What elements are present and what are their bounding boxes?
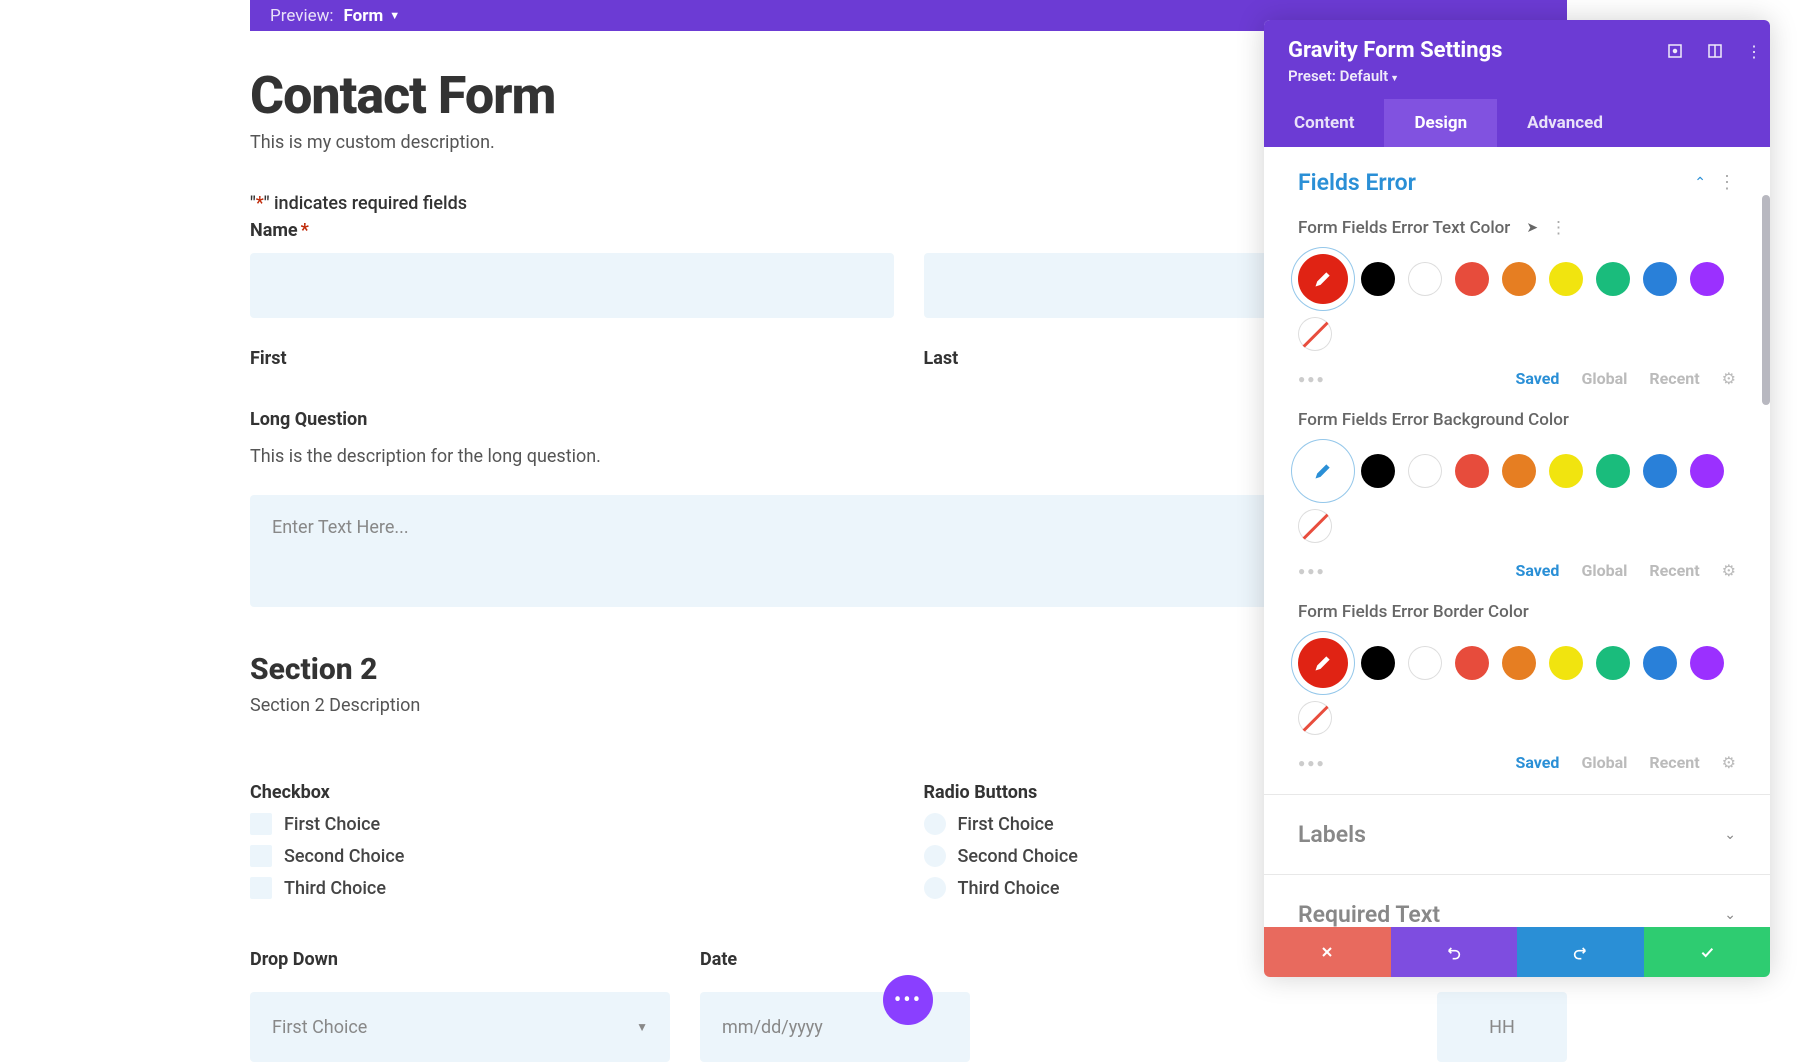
panel-footer [1264, 927, 1770, 977]
preview-value[interactable]: Form [344, 6, 384, 26]
checkbox-item[interactable]: Third Choice [250, 877, 894, 899]
color-section-text: Form Fields Error Text Color ➤ ⋮ ●●● [1264, 218, 1770, 410]
swatch-green[interactable] [1596, 454, 1630, 488]
swatch-none[interactable] [1298, 701, 1332, 735]
more-icon[interactable]: ⋮ [1550, 218, 1567, 238]
checkbox-item[interactable]: Second Choice [250, 845, 894, 867]
gear-icon[interactable]: ⚙ [1722, 369, 1736, 388]
swatch-white[interactable] [1408, 454, 1442, 488]
color-label: Form Fields Error Text Color [1298, 218, 1510, 238]
chevron-up-icon: ⌃ [1694, 175, 1706, 191]
swatch-white[interactable] [1408, 646, 1442, 680]
tab-content[interactable]: Content [1264, 99, 1384, 147]
tab-recent[interactable]: Recent [1649, 369, 1699, 388]
accordion-required-text[interactable]: Required Text ⌄ [1264, 874, 1770, 927]
swatch-yellow[interactable] [1549, 262, 1583, 296]
color-picker-button[interactable] [1298, 254, 1348, 304]
swatch-yellow[interactable] [1549, 454, 1583, 488]
swatch-black[interactable] [1361, 454, 1395, 488]
swatch-red[interactable] [1455, 454, 1489, 488]
more-icon[interactable]: ⋮ [1718, 172, 1736, 193]
drag-handle-icon[interactable]: ●●● [1298, 372, 1326, 386]
color-section-border: Form Fields Error Border Color ●●● Sa [1264, 602, 1770, 794]
swatch-blue[interactable] [1643, 262, 1677, 296]
accordion-labels[interactable]: Labels ⌄ [1264, 794, 1770, 874]
swatch-black[interactable] [1361, 646, 1395, 680]
swatch-orange[interactable] [1502, 262, 1536, 296]
first-name-input[interactable] [250, 253, 894, 318]
swatch-none[interactable] [1298, 317, 1332, 351]
more-actions-button[interactable]: ••• [883, 975, 933, 1025]
checkbox-label: Checkbox [250, 782, 894, 803]
chevron-down-icon: ▼ [636, 1020, 648, 1034]
swatch-blue[interactable] [1643, 454, 1677, 488]
tab-saved[interactable]: Saved [1515, 369, 1559, 388]
cursor-icon[interactable]: ➤ [1526, 220, 1538, 236]
swatch-purple[interactable] [1690, 454, 1724, 488]
radio-icon[interactable] [924, 813, 946, 835]
tab-global[interactable]: Global [1581, 369, 1627, 388]
chevron-down-icon: ⌄ [1724, 907, 1736, 923]
save-button[interactable] [1644, 927, 1771, 977]
expand-icon[interactable] [1666, 42, 1684, 60]
gear-icon[interactable]: ⚙ [1722, 561, 1736, 580]
dropdown-label: Drop Down [250, 949, 670, 970]
color-label: Form Fields Error Border Color [1298, 602, 1529, 622]
drag-handle-icon[interactable]: ●●● [1298, 564, 1326, 578]
preset-dropdown[interactable]: Preset: Default▼ [1288, 67, 1746, 85]
first-sublabel: First [250, 348, 894, 369]
swatch-yellow[interactable] [1549, 646, 1583, 680]
accordion-fields-error[interactable]: Fields Error ⌃ ⋮ [1264, 147, 1770, 218]
layout-icon[interactable] [1706, 42, 1724, 60]
tab-saved[interactable]: Saved [1515, 753, 1559, 772]
settings-panel: Gravity Form Settings Preset: Default▼ ⋮… [1264, 20, 1770, 977]
radio-icon[interactable] [924, 877, 946, 899]
swatch-red[interactable] [1455, 262, 1489, 296]
time-input[interactable]: HH [1437, 992, 1567, 1062]
settings-tabs: Content Design Advanced [1264, 99, 1770, 147]
cancel-button[interactable] [1264, 927, 1391, 977]
checkbox-icon[interactable] [250, 877, 272, 899]
swatch-purple[interactable] [1690, 646, 1724, 680]
gear-icon[interactable]: ⚙ [1722, 753, 1736, 772]
tab-global[interactable]: Global [1581, 561, 1627, 580]
scrollbar[interactable] [1762, 195, 1770, 405]
panel-body: Fields Error ⌃ ⋮ Form Fields Error Text … [1264, 147, 1770, 927]
dropdown-select[interactable]: First Choice ▼ [250, 992, 670, 1062]
swatch-orange[interactable] [1502, 646, 1536, 680]
tab-design[interactable]: Design [1384, 99, 1497, 147]
swatch-purple[interactable] [1690, 262, 1724, 296]
tab-global[interactable]: Global [1581, 753, 1627, 772]
swatch-orange[interactable] [1502, 454, 1536, 488]
checkbox-icon[interactable] [250, 813, 272, 835]
checkbox-icon[interactable] [250, 845, 272, 867]
drag-handle-icon[interactable]: ●●● [1298, 756, 1326, 770]
color-section-background: Form Fields Error Background Color ●●● [1264, 410, 1770, 602]
panel-header: Gravity Form Settings Preset: Default▼ ⋮ [1264, 20, 1770, 99]
redo-button[interactable] [1517, 927, 1644, 977]
color-picker-button[interactable] [1298, 446, 1348, 496]
color-label: Form Fields Error Background Color [1298, 410, 1569, 430]
swatch-red[interactable] [1455, 646, 1489, 680]
preview-label: Preview: [270, 6, 334, 26]
swatch-green[interactable] [1596, 262, 1630, 296]
checkbox-item[interactable]: First Choice [250, 813, 894, 835]
swatch-blue[interactable] [1643, 646, 1677, 680]
tab-saved[interactable]: Saved [1515, 561, 1559, 580]
undo-button[interactable] [1391, 927, 1518, 977]
date-label: Date [700, 949, 970, 970]
swatch-black[interactable] [1361, 262, 1395, 296]
swatch-green[interactable] [1596, 646, 1630, 680]
radio-icon[interactable] [924, 845, 946, 867]
tab-recent[interactable]: Recent [1649, 753, 1699, 772]
chevron-down-icon: ⌄ [1724, 827, 1736, 843]
swatch-none[interactable] [1298, 509, 1332, 543]
tab-advanced[interactable]: Advanced [1497, 99, 1633, 147]
more-icon[interactable]: ⋮ [1746, 42, 1752, 60]
preview-caret-icon[interactable]: ▼ [389, 9, 400, 22]
color-picker-button[interactable] [1298, 638, 1348, 688]
swatch-white[interactable] [1408, 262, 1442, 296]
tab-recent[interactable]: Recent [1649, 561, 1699, 580]
